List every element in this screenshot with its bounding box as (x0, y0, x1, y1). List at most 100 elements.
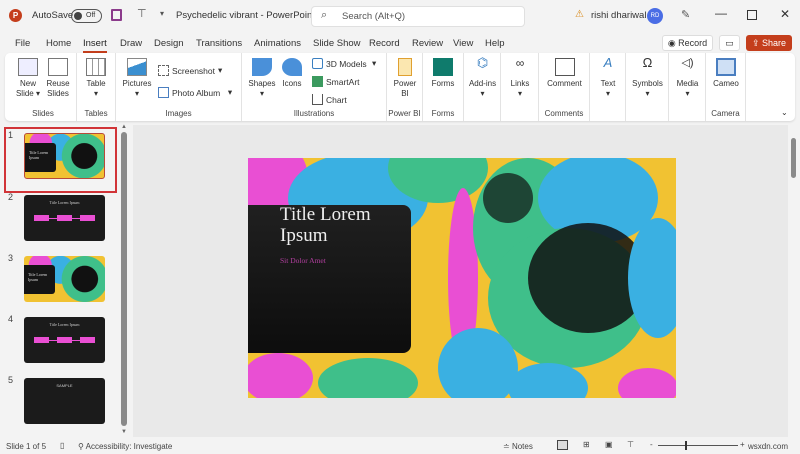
search-input[interactable]: Search (Alt+Q) (311, 6, 525, 27)
label: SmartArt (326, 76, 360, 87)
tab-slide-show[interactable]: Slide Show (313, 38, 361, 49)
group-text: A Text ▾ (590, 53, 626, 121)
label: Add-ins (468, 79, 497, 88)
shapes-button[interactable]: Shapes ▾ (247, 58, 277, 99)
thumbnail-scrollbar[interactable] (121, 132, 127, 426)
comments-button[interactable]: ▭ (719, 35, 740, 51)
group-label: Tables (84, 109, 108, 118)
screenshot-button[interactable]: Screenshot ▾ (158, 65, 222, 76)
reading-view-button[interactable]: ▣ (605, 440, 613, 449)
tab-record[interactable]: Record (369, 38, 400, 49)
accessibility-status[interactable]: ⚲ Accessibility: Investigate (78, 442, 172, 451)
zoom-slider[interactable] (658, 445, 738, 446)
slide-counter: Slide 1 of 5 (6, 442, 47, 451)
thumbnail-title: SAMPLE (56, 383, 73, 388)
add-ins-button[interactable]: ⌬ Add-ins ▾ (467, 56, 498, 99)
text-button[interactable]: A Text ▾ (593, 55, 623, 99)
spelling-icon[interactable]: ▯ (60, 441, 64, 450)
slide-thumbnail-4[interactable]: Title Lorem Ipsum (24, 317, 105, 363)
avatar[interactable]: RD (647, 8, 663, 24)
user-name[interactable]: rishi dhariwal (591, 10, 646, 21)
customize-qat-icon[interactable]: ▾ (160, 9, 164, 18)
canvas-scrollbar[interactable] (790, 130, 797, 430)
thumbnail-number: 2 (8, 192, 14, 202)
photo-album-button[interactable]: Photo Album ▾ (158, 87, 232, 98)
accessibility-label: Accessibility: Investigate (85, 442, 173, 451)
group-label: Comments (544, 109, 584, 118)
tab-transitions[interactable]: Transitions (196, 38, 242, 49)
slide-thumbnail-2[interactable]: Title Lorem Ipsum (24, 195, 105, 241)
links-button[interactable]: ∞ Links ▾ (505, 56, 535, 99)
notes-button[interactable]: ≐ Notes (503, 442, 533, 451)
link-icon: ∞ (515, 56, 525, 70)
pen-icon[interactable]: ✎ (681, 8, 690, 21)
reuse-slides-icon (48, 58, 68, 76)
speaker-icon: ◁) (681, 57, 694, 69)
search-icon: ⌕ (321, 9, 328, 21)
forms-button[interactable]: Forms (428, 58, 458, 89)
close-button[interactable]: ✕ (780, 7, 790, 21)
group-add-ins: ⌬ Add-ins ▾ (464, 53, 501, 121)
status-bar: Slide 1 of 5 ▯ ⚲ Accessibility: Investig… (0, 437, 800, 454)
main-slide[interactable]: Title Lorem Ipsum Sit Dolor Amet (248, 158, 676, 398)
maximize-button[interactable] (747, 10, 757, 20)
text-icon: A (603, 55, 613, 70)
slideshow-button[interactable]: ⊤ (627, 440, 634, 449)
autosave-toggle[interactable]: Off (71, 9, 102, 23)
smartart-button[interactable]: SmartArt (312, 76, 360, 87)
3d-models-button[interactable]: 3D Models ▾ (312, 58, 376, 69)
power-bi-button[interactable]: Power BI (390, 58, 420, 99)
slide-sorter-button[interactable]: ⊞ (583, 440, 590, 449)
slide-thumbnail-5[interactable]: SAMPLE (24, 378, 105, 424)
media-button[interactable]: ◁) Media ▾ (672, 58, 703, 99)
tab-draw[interactable]: Draw (120, 38, 142, 49)
thumbnail-number: 4 (8, 314, 14, 324)
forms-icon (433, 58, 453, 76)
present-icon[interactable]: ⊤ (137, 7, 147, 20)
thumbnail-title: Title Lorem Ipsum (49, 200, 80, 205)
thumbnail-title: Title Lorem Ipsum (28, 272, 48, 282)
zoom-slider-thumb[interactable] (685, 441, 687, 450)
scroll-down-icon[interactable]: ▼ (121, 429, 127, 435)
zoom-in-button[interactable]: + (740, 440, 745, 449)
group-camera: Cameo Camera (706, 53, 746, 121)
slide-title[interactable]: Title Lorem Ipsum (280, 204, 371, 246)
title-line-1: Title Lorem (280, 204, 371, 225)
label: Reuse Slides (46, 79, 70, 98)
slide-subtitle[interactable]: Sit Dolor Amet (280, 256, 326, 265)
collapse-ribbon-icon[interactable]: ⌄ (781, 108, 788, 117)
save-icon[interactable] (111, 9, 122, 21)
tab-help[interactable]: Help (485, 38, 505, 49)
cameo-button[interactable]: Cameo (710, 58, 742, 89)
slide-thumbnail-1[interactable]: Title Lorem Ipsum (24, 133, 105, 179)
minimize-button[interactable]: — (715, 6, 727, 20)
icons-button[interactable]: Icons (279, 58, 305, 89)
chart-button[interactable]: Chart (312, 94, 347, 105)
tab-home[interactable]: Home (46, 38, 71, 49)
normal-view-button[interactable] (557, 440, 568, 450)
tab-insert[interactable]: Insert (83, 38, 107, 53)
share-button[interactable]: ⇪ Share (746, 35, 792, 51)
share-label: Share (762, 38, 787, 48)
tab-file[interactable]: File (15, 38, 30, 49)
slide-thumbnail-3[interactable]: Title Lorem Ipsum (24, 256, 105, 302)
scroll-up-icon[interactable]: ▲ (121, 124, 127, 130)
record-button[interactable]: ◉ Record (662, 35, 713, 51)
symbols-button[interactable]: Ω Symbols ▾ (629, 56, 666, 99)
group-images: Pictures ▾ Screenshot ▾ Photo Album ▾ Imag… (116, 53, 242, 121)
comment-button[interactable]: Comment (542, 58, 587, 89)
tab-view[interactable]: View (453, 38, 473, 49)
label: Text (600, 79, 616, 88)
tab-review[interactable]: Review (412, 38, 443, 49)
table-icon (86, 58, 106, 76)
reuse-slides-button[interactable]: Reuse Slides (43, 58, 73, 99)
pictures-icon (127, 58, 147, 76)
tab-design[interactable]: Design (154, 38, 184, 49)
powerpoint-logo: P (9, 9, 22, 22)
zoom-out-button[interactable]: - (650, 440, 653, 449)
table-button[interactable]: Table ▾ (81, 58, 111, 99)
new-slide-button[interactable]: New Slide ▾ (14, 58, 42, 99)
title-line-2: Ipsum (280, 225, 328, 246)
pictures-button[interactable]: Pictures ▾ (121, 58, 153, 99)
tab-animations[interactable]: Animations (254, 38, 301, 49)
